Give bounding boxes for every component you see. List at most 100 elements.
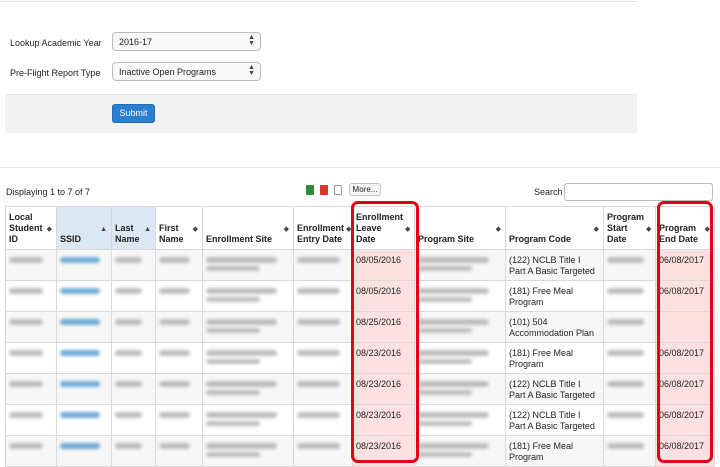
program-start-cell	[603, 280, 656, 312]
redacted-value	[9, 443, 44, 449]
enrollment-site-cell	[202, 373, 294, 405]
header-first-name[interactable]: First Name ◆	[155, 206, 203, 250]
program-end-cell: 06/08/2017	[655, 404, 715, 436]
redacted-value	[60, 412, 100, 418]
header-program-start-label: Program Start Date	[607, 212, 645, 244]
select-arrows-icon: ▲ ▼	[248, 64, 255, 77]
redacted-value	[60, 288, 100, 294]
redacted-value	[418, 266, 472, 271]
program-start-cell	[603, 435, 656, 467]
submit-button[interactable]: Submit	[112, 104, 155, 123]
table-row[interactable]: 08/23/2016 (181) Free Meal Program 06/08/2…	[5, 435, 715, 467]
redacted-value	[418, 421, 472, 426]
table-row[interactable]: 08/25/2016 (101) 504 Accommodation Plan	[5, 311, 715, 343]
header-program-end-date[interactable]: Program End Date ◆	[655, 206, 715, 250]
table-row[interactable]: 08/23/2016 (122) NCLB Title I Part A Basi…	[5, 373, 715, 405]
table-row[interactable]: 08/23/2016 (122) NCLB Title I Part A Basi…	[5, 404, 715, 436]
enrollment-entry-cell	[293, 249, 353, 281]
search-label: Search	[534, 187, 563, 197]
program-end-cell: 06/08/2017	[655, 342, 715, 374]
report-type-select[interactable]: Inactive Open Programs ▲ ▼	[112, 62, 261, 81]
header-enrollment-entry-date[interactable]: Enrollment Entry Date ◆	[293, 206, 353, 250]
table-header-row: Local Student ID ◆ SSID ▲ Last Name ▲ First…	[5, 206, 715, 250]
redacted-value	[159, 319, 191, 325]
enrollment-site-cell	[202, 404, 294, 436]
program-start-cell	[603, 342, 656, 374]
table-row[interactable]: 08/05/2016 (122) NCLB Title I Part A Basi…	[5, 249, 715, 281]
header-enrollment-site[interactable]: Enrollment Site ◆	[202, 206, 294, 250]
header-ssid[interactable]: SSID ▲	[56, 206, 112, 250]
top-divider	[0, 0, 637, 2]
header-program-site[interactable]: Program Site ◆	[414, 206, 506, 250]
redacted-value	[607, 319, 645, 325]
program-site-cell	[414, 342, 506, 374]
redacted-value	[159, 412, 191, 418]
program-start-cell	[603, 311, 656, 343]
first-name-cell	[155, 435, 203, 467]
redacted-value	[206, 381, 277, 387]
redacted-value	[607, 381, 645, 387]
table-row[interactable]: 08/05/2016 (181) Free Meal Program 06/08/2…	[5, 280, 715, 312]
sort-ascending-icon: ▲	[144, 225, 151, 233]
program-code-cell: (181) Free Meal Program	[505, 280, 604, 312]
first-name-cell	[155, 373, 203, 405]
program-start-cell	[603, 249, 656, 281]
local-id-cell	[5, 435, 57, 467]
sort-icon: ◆	[593, 225, 599, 233]
header-last-name[interactable]: Last Name ▲	[111, 206, 156, 250]
local-id-cell	[5, 311, 57, 343]
redacted-value	[206, 288, 277, 294]
last-name-cell	[111, 435, 156, 467]
program-start-cell	[603, 404, 656, 436]
text-export-icon[interactable]	[334, 185, 342, 195]
redacted-value	[418, 257, 489, 263]
enrollment-site-cell	[202, 249, 294, 281]
redacted-value	[607, 443, 645, 449]
program-code-cell: (181) Free Meal Program	[505, 342, 604, 374]
redacted-value	[297, 443, 341, 449]
ssid-cell	[56, 280, 112, 312]
table-row[interactable]: 08/23/2016 (181) Free Meal Program 06/08/2…	[5, 342, 715, 374]
more-button[interactable]: More...	[349, 183, 381, 196]
redacted-value	[206, 328, 260, 333]
enrollment-entry-cell	[293, 342, 353, 374]
header-local-id[interactable]: Local Student ID ◆	[5, 206, 57, 250]
enrollment-entry-cell	[293, 373, 353, 405]
last-name-cell	[111, 249, 156, 281]
redacted-value	[9, 350, 44, 356]
redacted-value	[418, 297, 472, 302]
redacted-value	[206, 443, 277, 449]
search-input[interactable]	[564, 183, 713, 201]
first-name-cell	[155, 280, 203, 312]
program-site-cell	[414, 373, 506, 405]
header-program-start-date[interactable]: Program Start Date ◆	[603, 206, 656, 250]
excel-export-icon[interactable]	[306, 185, 314, 195]
pdf-export-icon[interactable]	[320, 185, 328, 195]
sort-ascending-icon: ▲	[100, 225, 107, 233]
header-enrollment-leave-date[interactable]: Enrollment Leave Date ◆	[352, 206, 415, 250]
redacted-value	[206, 350, 277, 356]
redacted-value	[297, 412, 341, 418]
redacted-value	[159, 257, 191, 263]
redacted-value	[115, 319, 142, 325]
ssid-cell	[56, 249, 112, 281]
redacted-value	[418, 359, 472, 364]
program-site-cell	[414, 280, 506, 312]
last-name-cell	[111, 342, 156, 374]
redacted-value	[9, 319, 44, 325]
header-program-end-label: Program End Date	[659, 223, 699, 244]
redacted-value	[60, 443, 100, 449]
redacted-value	[297, 381, 341, 387]
header-program-code[interactable]: Program Code ◆	[505, 206, 604, 250]
redacted-value	[115, 412, 142, 418]
redacted-value	[418, 381, 489, 387]
header-first-name-label: First Name	[159, 223, 184, 244]
program-code-cell: (101) 504 Accommodation Plan	[505, 311, 604, 343]
sort-icon: ◆	[704, 225, 710, 233]
redacted-value	[60, 319, 100, 325]
academic-year-select[interactable]: 2016-17 ▲ ▼	[112, 32, 261, 51]
local-id-cell	[5, 373, 57, 405]
redacted-value	[297, 288, 341, 294]
form-actions-bar	[5, 94, 637, 133]
last-name-cell	[111, 404, 156, 436]
